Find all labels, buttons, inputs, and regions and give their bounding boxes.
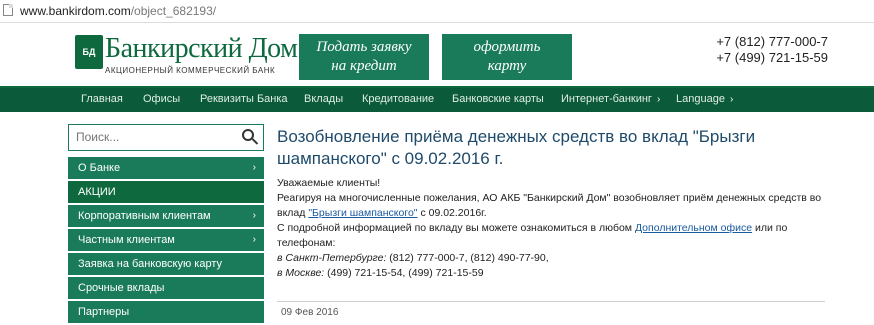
order-card-line1: оформить	[473, 39, 541, 55]
sidebar-item-corporate[interactable]: Корпоративным клиентам ›	[68, 205, 264, 227]
paragraph-2-line1: С подробной информацией по вкладу вы мож…	[277, 221, 837, 236]
sidebar-item-label: Партнеры	[78, 306, 130, 318]
msk-phones: в Москве: (499) 721-15-54, (499) 721-15-…	[277, 266, 837, 281]
url-domain: www.bankirdom.com	[20, 4, 131, 18]
page-icon	[3, 4, 13, 16]
nav-item-internet-banking-label: Интернет-банкинг	[561, 93, 652, 105]
nav-item-requisites[interactable]: Реквизиты Банка	[200, 93, 288, 105]
sidebar-item-card-application[interactable]: Заявка на банковскую карту	[68, 253, 264, 275]
site-header: БД Банкирский Дом АКЦИОНЕРНЫЙ КОММЕРЧЕСК…	[0, 23, 874, 85]
apply-credit-line1: Подать заявку	[316, 39, 412, 55]
nav-item-offices[interactable]: Офисы	[143, 93, 180, 105]
bank-emblem-icon: БД	[75, 35, 103, 69]
spb-phones: в Санкт-Петербурге: (812) 777-000-7, (81…	[277, 251, 837, 266]
spb-phone-numbers: (812) 777-000-7, (812) 490-77-90,	[386, 252, 549, 264]
article-body: Уважаемые клиенты! Реагируя на многочисл…	[277, 176, 837, 281]
chevron-right-icon: ›	[252, 234, 256, 245]
header-phones: +7 (812) 777-000-7 +7 (499) 721-15-59	[716, 34, 828, 66]
nav-item-language[interactable]: Language ›	[676, 93, 733, 105]
sidebar: О Банке › АКЦИИ Корпоративным клиентам › Ч…	[68, 124, 264, 325]
paragraph-1-line2: вклад "Брызги шампанского" с 09.02.2016г…	[277, 206, 837, 221]
url-text[interactable]: www.bankirdom.com/object_682193/	[20, 4, 216, 18]
address-bar[interactable]: www.bankirdom.com/object_682193/	[0, 0, 874, 23]
chevron-right-icon: ›	[252, 210, 256, 221]
article-title-line1: Возобновление приёма денежных средств во…	[277, 127, 756, 146]
paragraph-2-text: С подробной информацией по вкладу вы мож…	[277, 222, 635, 234]
main-nav: Главная Офисы Реквизиты Банка Вклады Кре…	[0, 86, 874, 112]
search-box	[68, 124, 264, 151]
sidebar-item-label: О Банке	[78, 162, 121, 174]
article-date: 09 Фев 2016	[281, 307, 339, 318]
url-path: /object_682193/	[130, 4, 217, 18]
greeting: Уважаемые клиенты!	[277, 177, 381, 189]
logo-subtitle: АКЦИОНЕРНЫЙ КОММЕРЧЕСКИЙ БАНК	[105, 66, 276, 75]
phone-msk[interactable]: +7 (499) 721-15-59	[716, 50, 828, 66]
sidebar-item-label: Заявка на банковскую карту	[78, 258, 223, 270]
search-icon[interactable]	[242, 129, 254, 141]
nav-item-home[interactable]: Главная	[81, 93, 123, 105]
paragraph-1-line1: Реагируя на многочисленные пожелания, АО…	[277, 192, 822, 204]
sidebar-item-label: Корпоративным клиентам	[78, 210, 211, 222]
nav-item-language-label: Language	[676, 93, 725, 105]
article-title: Возобновление приёма денежных средств во…	[277, 126, 837, 170]
chevron-right-icon: ›	[729, 94, 734, 105]
order-card-line2: карту	[487, 58, 527, 74]
paragraph-2-line2: телефонам:	[277, 237, 336, 249]
nav-item-lending[interactable]: Кредитование	[362, 93, 434, 105]
sidebar-item-about[interactable]: О Банке ›	[68, 157, 264, 179]
sidebar-item-promotions[interactable]: АКЦИИ	[68, 181, 264, 203]
article-title-line2: шампанского" с 09.02.2016 г.	[277, 149, 504, 168]
sidebar-item-private[interactable]: Частным клиентам ›	[68, 229, 264, 251]
msk-label: в Москве:	[277, 267, 325, 279]
apply-credit-button[interactable]: Подать заявку на кредит	[299, 34, 429, 80]
deposit-link[interactable]: "Брызги шампанского"	[308, 207, 417, 219]
chevron-right-icon: ›	[656, 94, 661, 105]
apply-credit-line2: на кредит	[331, 58, 397, 74]
sidebar-item-term-deposits[interactable]: Срочные вклады	[68, 277, 264, 299]
additional-office-link[interactable]: Дополнительном офисе	[635, 222, 752, 234]
divider	[277, 301, 825, 302]
paragraph-1-text: вклад	[277, 207, 309, 219]
nav-item-internet-banking[interactable]: Интернет-банкинг ›	[561, 93, 660, 105]
logo-name: Банкирский Дом	[105, 33, 298, 64]
nav-item-deposits[interactable]: Вклады	[304, 93, 343, 105]
sidebar-item-label: Частным клиентам	[78, 234, 175, 246]
phone-spb[interactable]: +7 (812) 777-000-7	[716, 34, 828, 50]
bank-logo[interactable]: БД Банкирский Дом АКЦИОНЕРНЫЙ КОММЕРЧЕСК…	[75, 33, 298, 81]
search-input[interactable]	[69, 125, 226, 148]
paragraph-2-tail: или по	[752, 222, 788, 234]
article: Возобновление приёма денежных средств во…	[277, 126, 837, 318]
chevron-right-icon: ›	[252, 162, 256, 173]
spb-label: в Санкт-Петербурге:	[277, 252, 387, 264]
sidebar-item-label: АКЦИИ	[78, 186, 116, 198]
sidebar-item-label: Срочные вклады	[78, 282, 165, 294]
paragraph-1-date: с 09.02.2016г.	[417, 207, 487, 219]
order-card-button[interactable]: оформить карту	[442, 34, 572, 80]
nav-item-cards[interactable]: Банковские карты	[452, 93, 544, 105]
msk-phone-numbers: (499) 721-15-54, (499) 721-15-59	[324, 267, 484, 279]
